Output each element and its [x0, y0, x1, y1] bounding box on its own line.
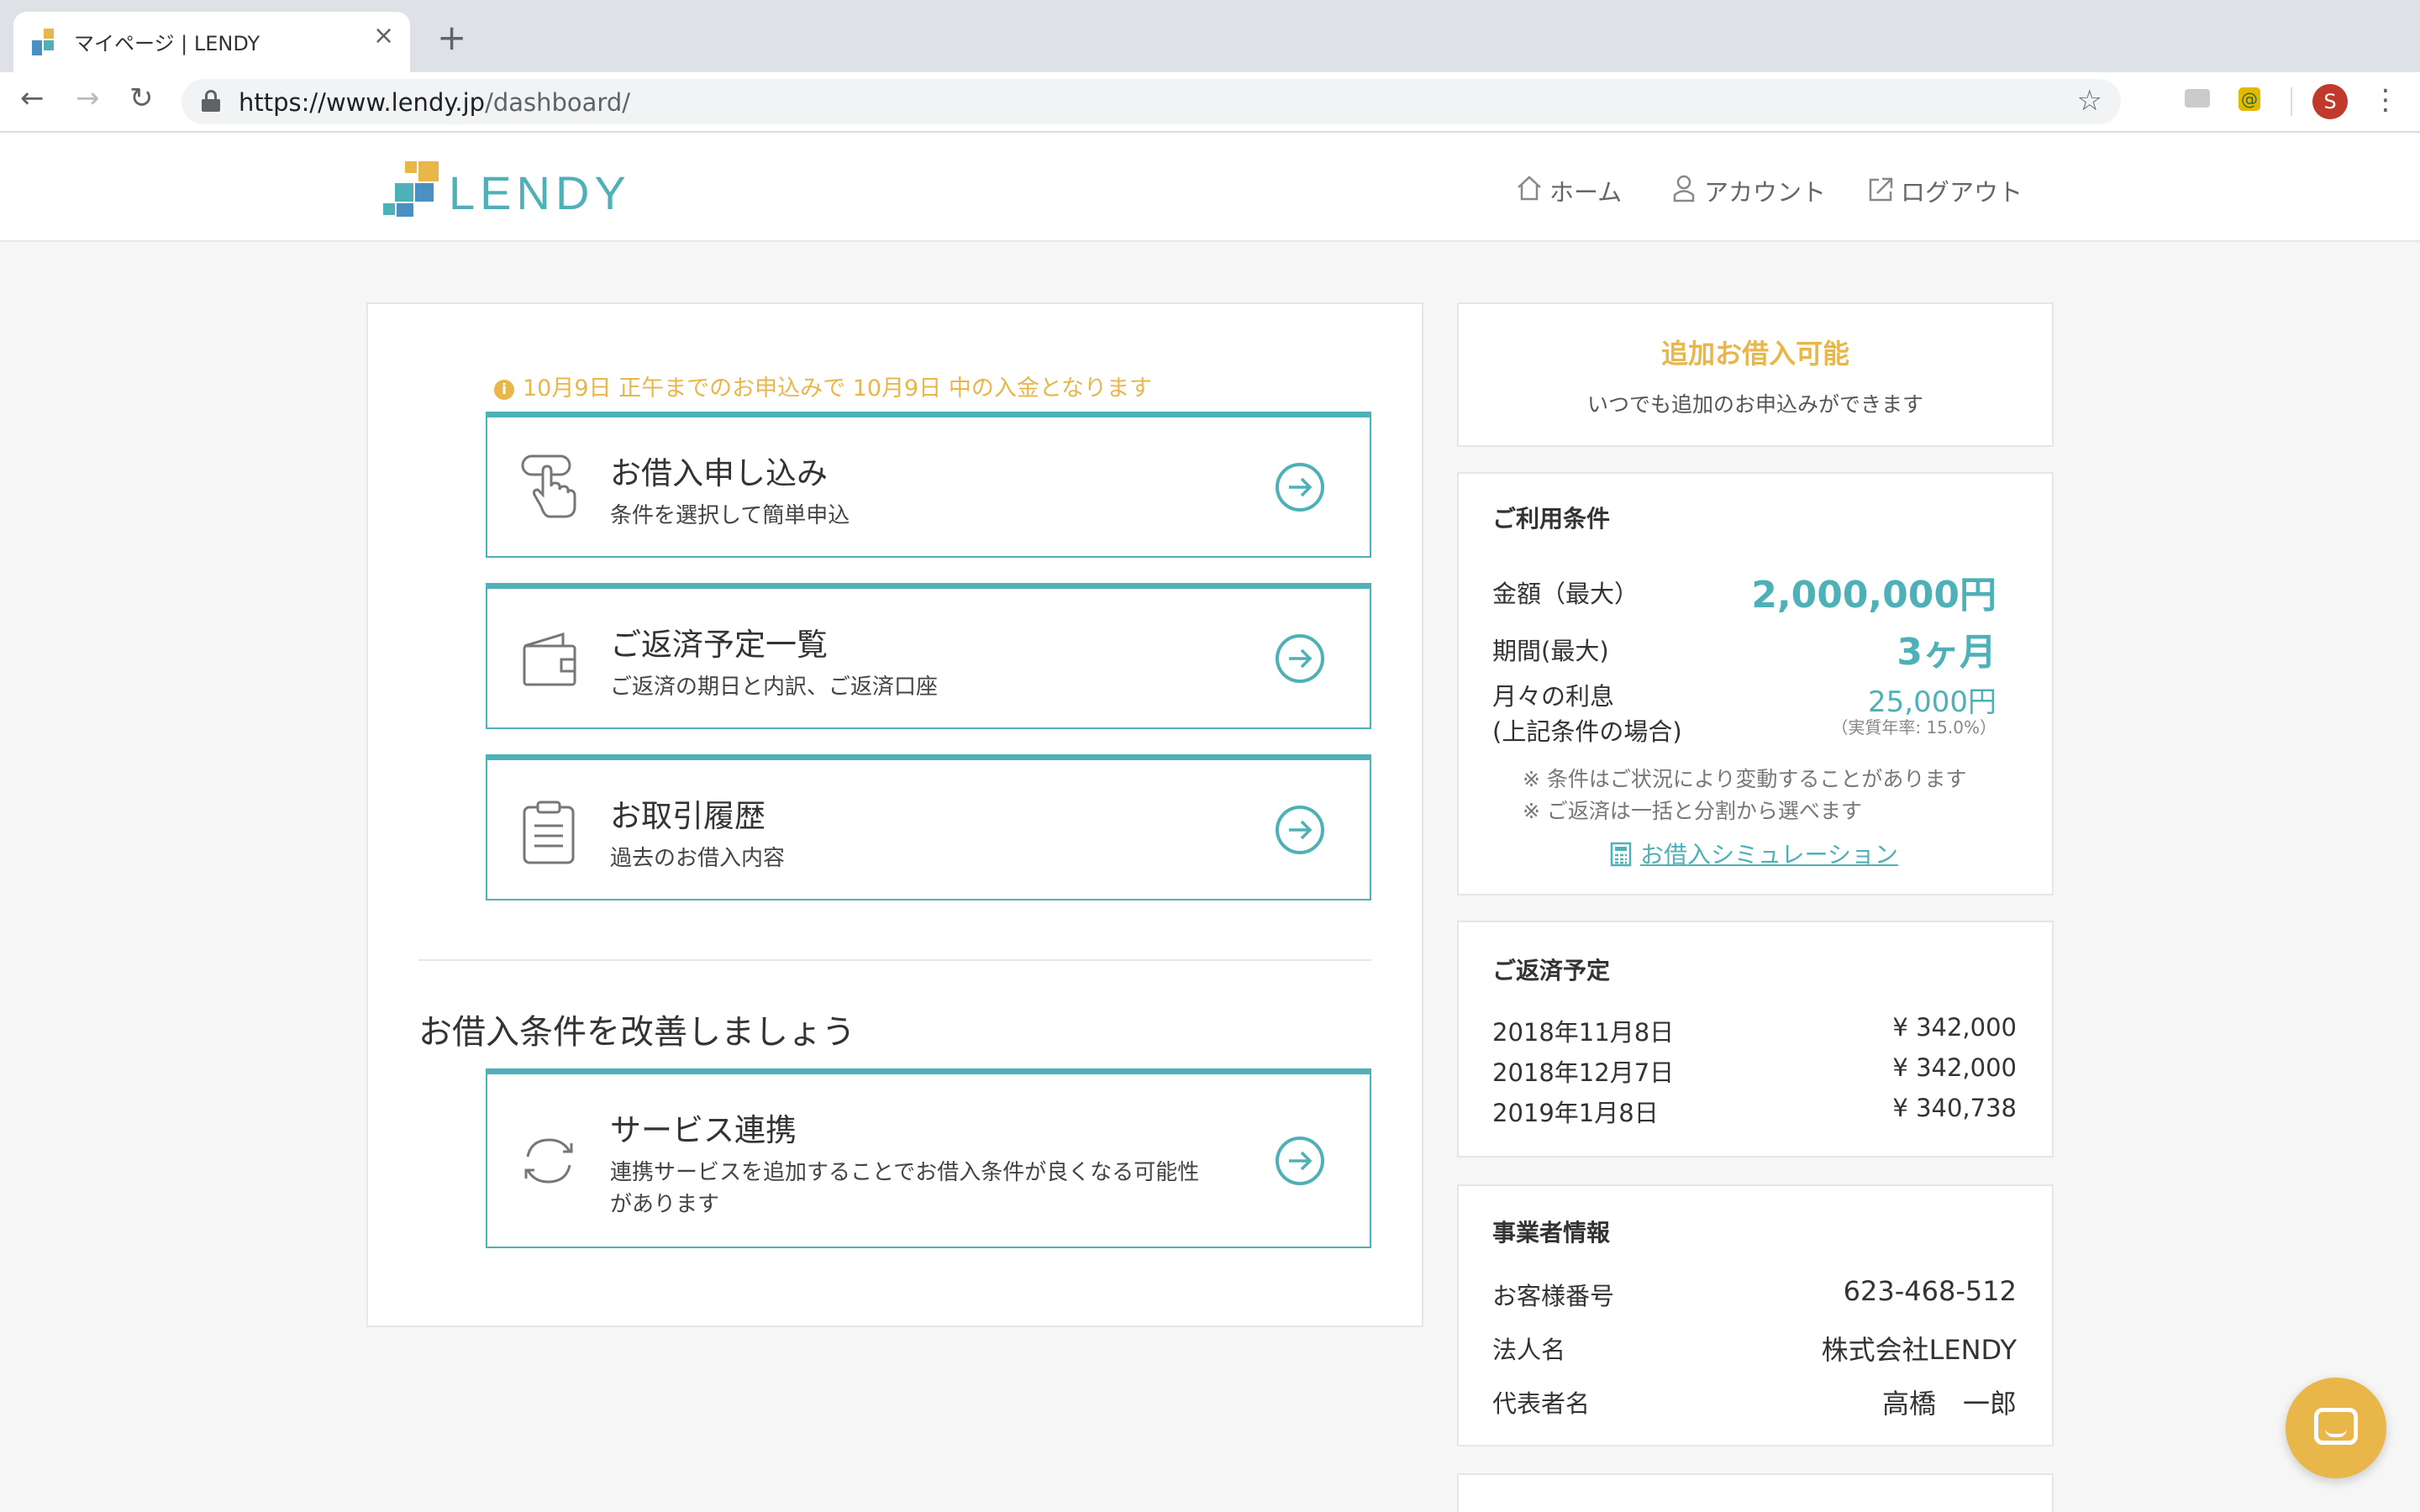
service-link-card[interactable]: サービス連携 連携サービスを追加することでお借入条件が良くなる可能性があります	[486, 1068, 1371, 1248]
site-header: LENDY ホーム アカウント ログアウト	[0, 133, 2420, 242]
apply-loan-card[interactable]: お借入申し込み 条件を選択して簡単申込	[486, 412, 1371, 558]
interest-label-1: 月々の利息	[1492, 682, 1615, 711]
repayment-row: 2018年12月7日 ¥ 342,000	[1492, 1053, 2017, 1090]
close-tab-icon[interactable]: ×	[373, 24, 394, 49]
repayment-row: 2018年11月8日 ¥ 342,000	[1492, 1013, 2017, 1050]
browser-tab-bar: マイページ | LENDY × +	[0, 0, 2420, 72]
user-icon	[1673, 175, 1695, 202]
period-label: 期間(最大)	[1492, 637, 1609, 665]
service-link-title: サービス連携	[610, 1112, 797, 1148]
loan-simulation-link[interactable]: お借入シミュレーション	[1640, 837, 1898, 870]
lendy-logo-text[interactable]: LENDY	[449, 170, 631, 217]
repayment-amount: ¥ 342,000	[1892, 1013, 2017, 1042]
nav-logout[interactable]: ログアウト	[1867, 173, 2023, 208]
contract-panel-partial	[1457, 1473, 2054, 1512]
extension-badge-icon[interactable]: @	[2238, 87, 2260, 111]
transaction-history-subtitle: 過去のお借入内容	[610, 846, 786, 871]
repayment-schedule-card[interactable]: ご返済予定一覧 ご返済の期日と内訳、ご返済口座	[486, 583, 1371, 729]
business-info-label: 法人名	[1492, 1336, 1566, 1364]
repayment-amount: ¥ 340,738	[1892, 1094, 2017, 1122]
calculator-icon	[1610, 842, 1632, 867]
additional-loan-panel: 追加お借入可能 いつでも追加のお申込みができます	[1457, 302, 2054, 447]
nav-account[interactable]: アカウント	[1670, 173, 1826, 208]
section-divider	[418, 959, 1371, 961]
url-path: /dashboard/	[485, 88, 631, 117]
repayment-title: ご返済予定	[1492, 957, 1611, 984]
arrow-right-circle-icon[interactable]	[1276, 463, 1324, 512]
deadline-notice: i 10月9日 正午までのお申込みで 10月9日 中の入金となります	[494, 370, 1152, 402]
amount-label: 金額（最大）	[1492, 580, 1639, 608]
reload-icon[interactable]: ↻	[129, 84, 154, 113]
business-info-value: 高橋 一郎	[1881, 1388, 2017, 1420]
home-icon	[1518, 176, 1541, 201]
browser-menu-icon[interactable]: ⋮	[2371, 86, 2400, 114]
amount-value: 2,000,000円	[1751, 574, 1996, 617]
terms-note-1: ※ 条件はご状況により変動することがあります	[1523, 767, 1967, 791]
additional-loan-subtitle: いつでも追加のお申込みができます	[1586, 392, 1923, 417]
repayment-date: 2018年11月8日	[1492, 1018, 1675, 1047]
repayment-date: 2019年1月8日	[1492, 1099, 1659, 1127]
external-link-icon	[1869, 177, 1893, 202]
period-value: 3ヶ月	[1897, 631, 1996, 674]
arrow-right-circle-icon[interactable]	[1276, 1137, 1324, 1185]
lock-icon	[202, 90, 220, 112]
toolbar-separator	[2291, 87, 2292, 116]
interest-label-2: (上記条件の場合)	[1492, 717, 1682, 746]
repayment-date: 2018年12月7日	[1492, 1058, 1675, 1087]
arrow-right-circle-icon[interactable]	[1276, 634, 1324, 683]
repayment-schedule-title: ご返済予定一覧	[610, 627, 828, 663]
profile-avatar[interactable]: S	[2312, 84, 2348, 119]
terms-period-row: 期間(最大) 3ヶ月	[1492, 631, 2017, 674]
url-text[interactable]: https://www.lendy.jp/dashboard/	[239, 88, 630, 117]
url-host: https://www.lendy.jp	[239, 88, 486, 117]
address-bar[interactable]: https://www.lendy.jp/dashboard/ ☆	[182, 79, 2121, 124]
business-info-label: 代表者名	[1492, 1389, 1591, 1418]
chat-bubble-icon	[2314, 1408, 2358, 1445]
repayment-row: 2019年1月8日 ¥ 340,738	[1492, 1094, 2017, 1131]
extension-icon[interactable]	[2185, 89, 2210, 108]
info-icon: i	[494, 379, 514, 400]
back-icon[interactable]: ←	[20, 84, 45, 113]
repayment-schedule-subtitle: ご返済の期日と内訳、ご返済口座	[610, 675, 939, 700]
nav-home[interactable]: ホーム	[1516, 173, 1622, 208]
browser-tab[interactable]: マイページ | LENDY ×	[13, 12, 410, 72]
business-info-label: お客様番号	[1492, 1282, 1615, 1310]
arrow-right-circle-icon[interactable]	[1276, 806, 1324, 854]
sync-icon	[524, 1138, 573, 1184]
forward-icon[interactable]: →	[76, 84, 100, 113]
business-info-row: 代表者名 高橋 一郎	[1492, 1384, 2017, 1421]
wallet-icon	[523, 632, 576, 686]
improve-heading: お借入条件を改善しましょう	[418, 1013, 855, 1052]
clipboard-icon	[523, 801, 575, 864]
business-info-value: 623-468-512	[1843, 1275, 2017, 1307]
terms-title: ご利用条件	[1492, 505, 1611, 533]
transaction-history-title: お取引履歴	[610, 798, 765, 834]
service-link-subtitle: 連携サービスを追加することでお借入条件が良くなる可能性があります	[610, 1160, 1200, 1217]
business-info-title: 事業者情報	[1492, 1219, 1611, 1247]
favicon-icon	[32, 29, 59, 55]
terms-note-2: ※ ご返済は一括と分割から選べます	[1523, 799, 1862, 823]
apply-loan-subtitle: 条件を選択して簡単申込	[610, 503, 850, 528]
lendy-logo-icon[interactable]	[383, 161, 439, 217]
bookmark-star-icon[interactable]: ☆	[2077, 84, 2102, 118]
tab-title: マイページ | LENDY	[74, 32, 260, 55]
additional-loan-title: 追加お借入可能	[1660, 338, 1849, 370]
deadline-notice-text: 10月9日 正午までのお申込みで 10月9日 中の入金となります	[523, 375, 1153, 402]
business-info-value: 株式会社LENDY	[1821, 1334, 2017, 1366]
apply-loan-title: お借入申し込み	[610, 455, 828, 491]
hand-pointer-icon	[521, 454, 576, 518]
business-info-row: お客様番号 623-468-512	[1492, 1275, 2017, 1314]
interest-rate: （実質年率: 15.0%）	[1831, 717, 1996, 738]
browser-toolbar: ← → ↻ https://www.lendy.jp/dashboard/ ☆ …	[0, 72, 2420, 133]
business-info-row: 法人名 株式会社LENDY	[1492, 1331, 2017, 1368]
chat-launcher-button[interactable]	[2286, 1378, 2386, 1478]
repayment-amount: ¥ 342,000	[1892, 1053, 2017, 1082]
terms-amount-row: 金額（最大） 2,000,000円	[1492, 574, 2017, 617]
terms-interest-row: 月々の利息 (上記条件の場合) 25,000円 （実質年率: 15.0%）	[1492, 677, 2017, 748]
transaction-history-card[interactable]: お取引履歴 過去のお借入内容	[486, 754, 1371, 900]
new-tab-button[interactable]: +	[437, 20, 466, 55]
